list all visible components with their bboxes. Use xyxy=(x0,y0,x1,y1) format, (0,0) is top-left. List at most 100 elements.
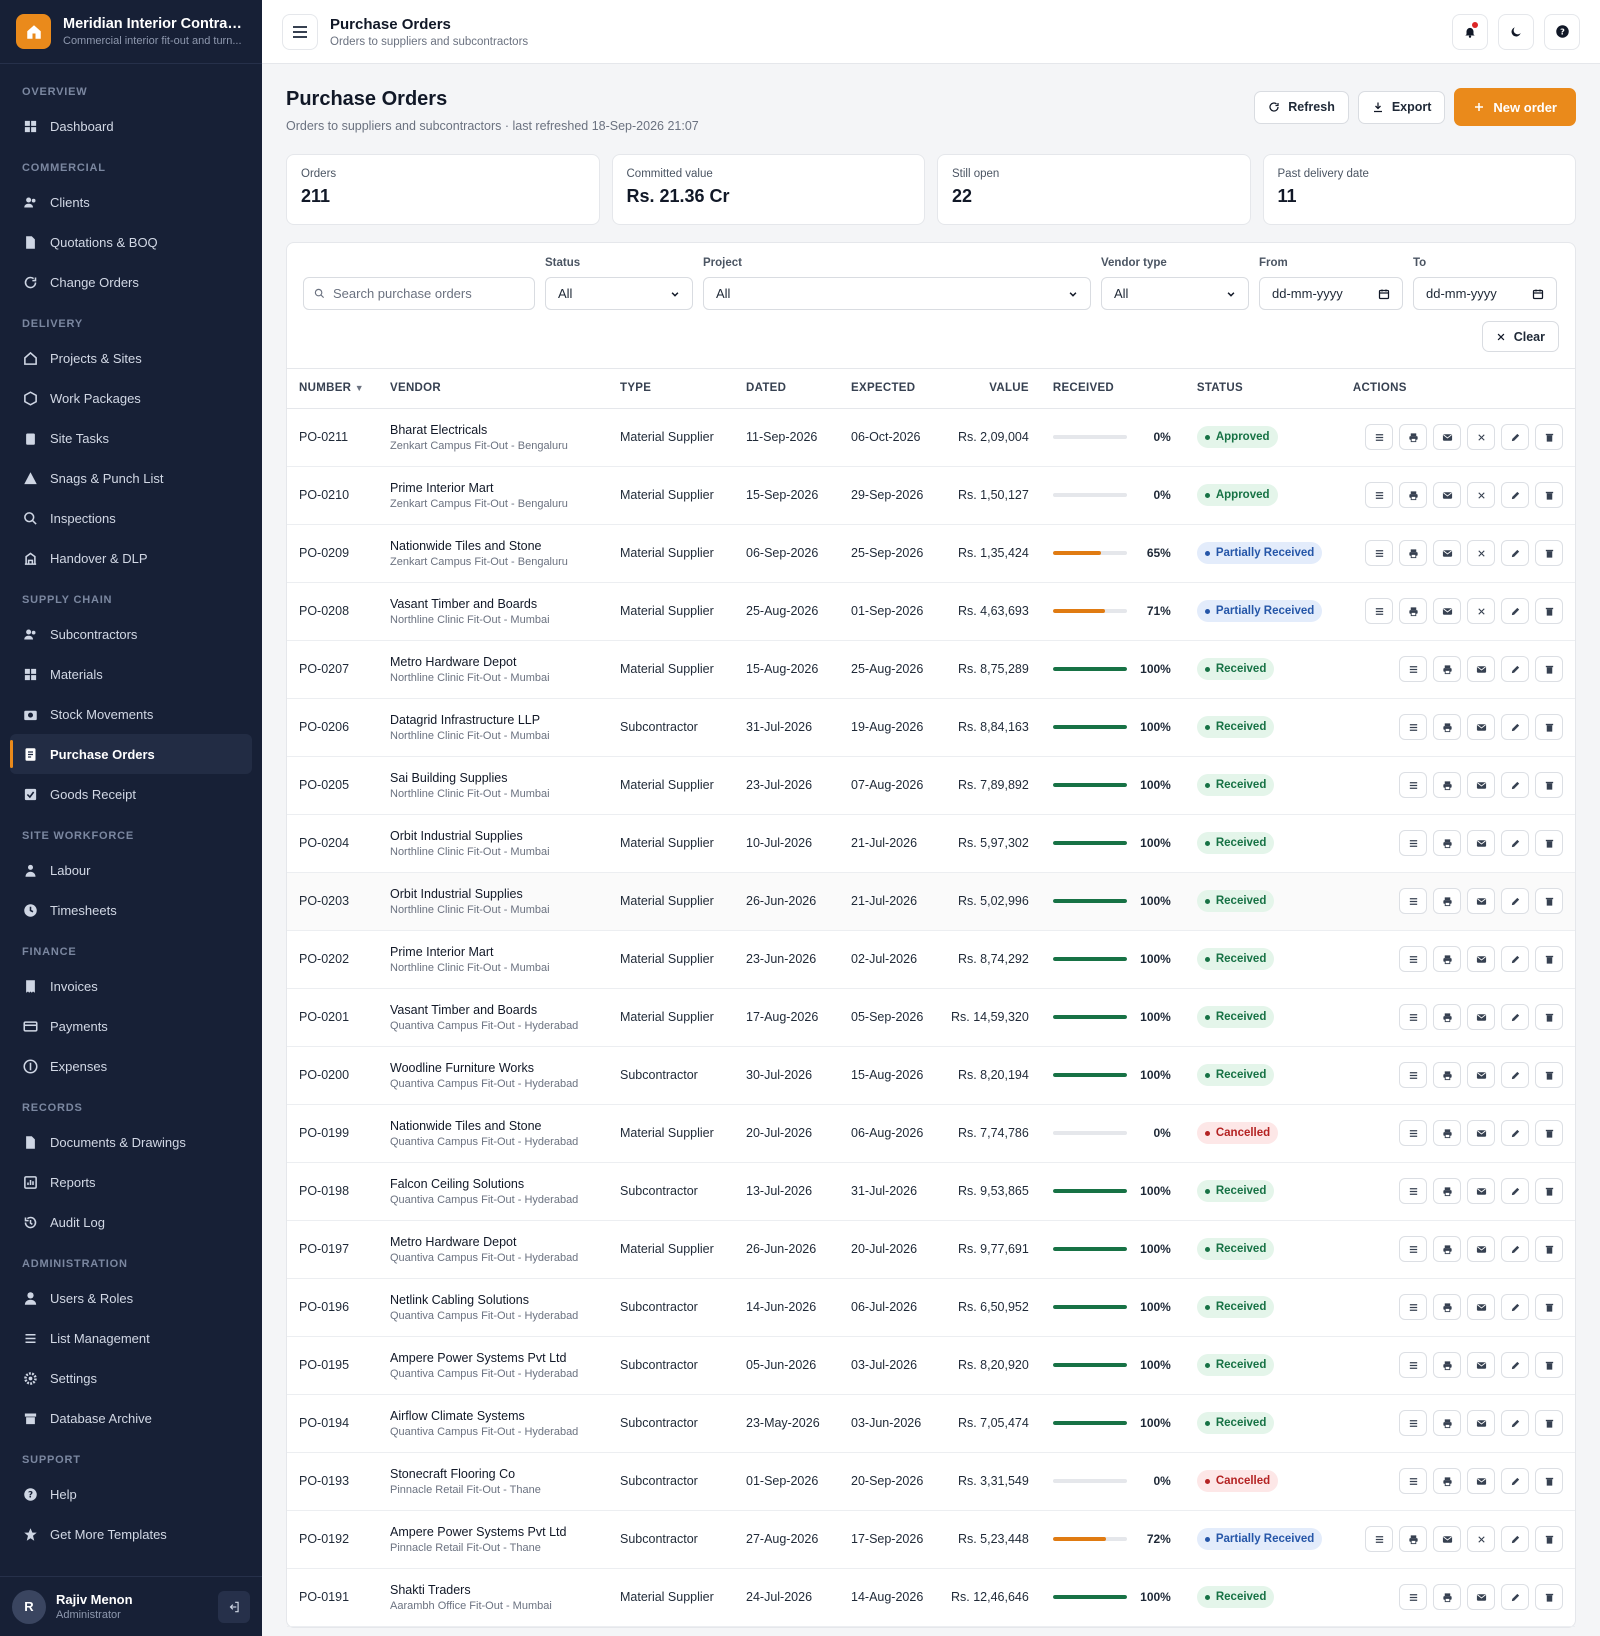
email-button[interactable] xyxy=(1467,1062,1495,1088)
print-button[interactable] xyxy=(1433,1294,1461,1320)
edit-button[interactable] xyxy=(1501,1236,1529,1262)
view-lines-button[interactable] xyxy=(1399,1468,1427,1494)
logout-button[interactable] xyxy=(218,1590,250,1623)
po-number[interactable]: PO-0206 xyxy=(287,698,378,757)
cancel-order-button[interactable] xyxy=(1467,540,1495,566)
print-button[interactable] xyxy=(1433,830,1461,856)
sidebar-item-quotations-boq[interactable]: Quotations & BOQ xyxy=(10,222,252,262)
edit-button[interactable] xyxy=(1501,656,1529,682)
brand[interactable]: Meridian Interior Contract... Commercial… xyxy=(0,0,262,64)
edit-button[interactable] xyxy=(1501,946,1529,972)
sidebar-item-documents-drawings[interactable]: Documents & Drawings xyxy=(10,1122,252,1162)
table-row[interactable]: PO-0208 Vasant Timber and Boards Northli… xyxy=(287,582,1575,641)
table-row[interactable]: PO-0191 Shakti Traders Aarambh Office Fi… xyxy=(287,1568,1575,1627)
refresh-button[interactable]: Refresh xyxy=(1254,90,1349,124)
email-button[interactable] xyxy=(1467,1120,1495,1146)
notifications-button[interactable] xyxy=(1452,13,1488,50)
print-button[interactable] xyxy=(1433,888,1461,914)
email-button[interactable] xyxy=(1467,1584,1495,1610)
table-row[interactable]: PO-0199 Nationwide Tiles and Stone Quant… xyxy=(287,1104,1575,1163)
email-button[interactable] xyxy=(1433,1526,1461,1552)
column-header-expected[interactable]: EXPECTED xyxy=(839,369,939,409)
search-input[interactable]: Search purchase orders xyxy=(303,277,535,310)
project-select[interactable]: All xyxy=(703,277,1091,310)
sidebar-item-inspections[interactable]: Inspections xyxy=(10,498,252,538)
view-lines-button[interactable] xyxy=(1365,1526,1393,1552)
export-button[interactable]: Export xyxy=(1357,90,1446,124)
po-number[interactable]: PO-0200 xyxy=(287,1046,378,1105)
po-number[interactable]: PO-0205 xyxy=(287,756,378,815)
status-select[interactable]: All xyxy=(545,277,693,310)
table-row[interactable]: PO-0196 Netlink Cabling Solutions Quanti… xyxy=(287,1278,1575,1337)
po-number[interactable]: PO-0196 xyxy=(287,1278,378,1337)
sidebar-item-labour[interactable]: Labour xyxy=(10,850,252,890)
cancel-order-button[interactable] xyxy=(1467,482,1495,508)
sidebar-item-dashboard[interactable]: Dashboard xyxy=(10,106,252,146)
table-row[interactable]: PO-0195 Ampere Power Systems Pvt Ltd Qua… xyxy=(287,1336,1575,1395)
view-lines-button[interactable] xyxy=(1399,714,1427,740)
email-button[interactable] xyxy=(1467,1178,1495,1204)
sidebar-item-audit-log[interactable]: Audit Log xyxy=(10,1202,252,1242)
sidebar-item-handover-dlp[interactable]: Handover & DLP xyxy=(10,538,252,578)
edit-button[interactable] xyxy=(1501,482,1529,508)
view-lines-button[interactable] xyxy=(1399,1004,1427,1030)
email-button[interactable] xyxy=(1467,1410,1495,1436)
menu-toggle-button[interactable] xyxy=(282,13,318,50)
print-button[interactable] xyxy=(1433,1120,1461,1146)
table-row[interactable]: PO-0210 Prime Interior Mart Zenkart Camp… xyxy=(287,466,1575,525)
edit-button[interactable] xyxy=(1501,424,1529,450)
sidebar-item-invoices[interactable]: Invoices xyxy=(10,966,252,1006)
edit-button[interactable] xyxy=(1501,1004,1529,1030)
delete-button[interactable] xyxy=(1535,1584,1563,1610)
table-row[interactable]: PO-0201 Vasant Timber and Boards Quantiv… xyxy=(287,988,1575,1047)
sidebar-item-subcontractors[interactable]: Subcontractors xyxy=(10,614,252,654)
delete-button[interactable] xyxy=(1535,946,1563,972)
view-lines-button[interactable] xyxy=(1399,1178,1427,1204)
column-header-status[interactable]: STATUS xyxy=(1184,369,1341,409)
delete-button[interactable] xyxy=(1535,772,1563,798)
table-row[interactable]: PO-0198 Falcon Ceiling Solutions Quantiv… xyxy=(287,1162,1575,1221)
email-button[interactable] xyxy=(1433,424,1461,450)
po-number[interactable]: PO-0198 xyxy=(287,1162,378,1221)
po-number[interactable]: PO-0208 xyxy=(287,582,378,641)
delete-button[interactable] xyxy=(1535,714,1563,740)
print-button[interactable] xyxy=(1399,424,1427,450)
edit-button[interactable] xyxy=(1501,1294,1529,1320)
column-header-vendor[interactable]: VENDOR xyxy=(378,369,608,409)
table-row[interactable]: PO-0197 Metro Hardware Depot Quantiva Ca… xyxy=(287,1220,1575,1279)
edit-button[interactable] xyxy=(1501,1468,1529,1494)
column-header-type[interactable]: TYPE xyxy=(608,369,734,409)
delete-button[interactable] xyxy=(1535,888,1563,914)
sidebar-item-expenses[interactable]: Expenses xyxy=(10,1046,252,1086)
po-number[interactable]: PO-0193 xyxy=(287,1452,378,1511)
sidebar-item-reports[interactable]: Reports xyxy=(10,1162,252,1202)
po-number[interactable]: PO-0195 xyxy=(287,1336,378,1395)
print-button[interactable] xyxy=(1433,1236,1461,1262)
sidebar-item-site-tasks[interactable]: Site Tasks xyxy=(10,418,252,458)
table-row[interactable]: PO-0200 Woodline Furniture Works Quantiv… xyxy=(287,1046,1575,1105)
po-number[interactable]: PO-0202 xyxy=(287,930,378,989)
sidebar-item-projects-sites[interactable]: Projects & Sites xyxy=(10,338,252,378)
sidebar-item-change-orders[interactable]: Change Orders xyxy=(10,262,252,302)
help-button[interactable]: ? xyxy=(1544,13,1580,50)
sidebar-item-goods-receipt[interactable]: Goods Receipt xyxy=(10,774,252,814)
print-button[interactable] xyxy=(1399,482,1427,508)
print-button[interactable] xyxy=(1433,772,1461,798)
sidebar-item-stock-movements[interactable]: Stock Movements xyxy=(10,694,252,734)
edit-button[interactable] xyxy=(1501,830,1529,856)
sidebar-item-purchase-orders[interactable]: Purchase Orders xyxy=(10,734,252,774)
column-header-value[interactable]: VALUE xyxy=(939,369,1041,409)
print-button[interactable] xyxy=(1399,1526,1427,1552)
po-number[interactable]: PO-0192 xyxy=(287,1510,378,1569)
email-button[interactable] xyxy=(1433,598,1461,624)
delete-button[interactable] xyxy=(1535,1120,1563,1146)
email-button[interactable] xyxy=(1467,1294,1495,1320)
table-row[interactable]: PO-0203 Orbit Industrial Supplies Northl… xyxy=(287,872,1575,931)
sidebar-item-snags-punch-list[interactable]: Snags & Punch List xyxy=(10,458,252,498)
print-button[interactable] xyxy=(1399,598,1427,624)
sidebar-item-settings[interactable]: Settings xyxy=(10,1358,252,1398)
sidebar-item-list-management[interactable]: List Management xyxy=(10,1318,252,1358)
delete-button[interactable] xyxy=(1535,1062,1563,1088)
column-header-received[interactable]: RECEIVED xyxy=(1040,369,1185,409)
view-lines-button[interactable] xyxy=(1399,1120,1427,1146)
